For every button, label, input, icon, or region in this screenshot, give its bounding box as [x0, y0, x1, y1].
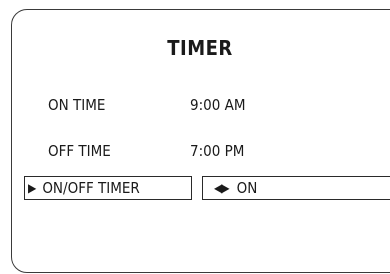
on-off-timer-label: ON/OFF TIMER [42, 179, 140, 197]
on-time-value[interactable]: 9:00 AM [190, 96, 245, 114]
left-right-arrows-icon: ◀▶ [214, 181, 230, 195]
screen-title: TIMER [167, 36, 233, 60]
pointer-right-icon: ▶ [28, 181, 37, 195]
on-off-timer-menu-item[interactable]: ▶ ON/OFF TIMER [24, 176, 192, 200]
on-time-label: ON TIME [48, 96, 106, 114]
off-time-value[interactable]: 7:00 PM [190, 142, 244, 160]
on-off-timer-value-selector[interactable]: ◀▶ ON [202, 176, 390, 200]
on-off-timer-value: ON [236, 179, 258, 197]
off-time-label: OFF TIME [48, 142, 111, 160]
